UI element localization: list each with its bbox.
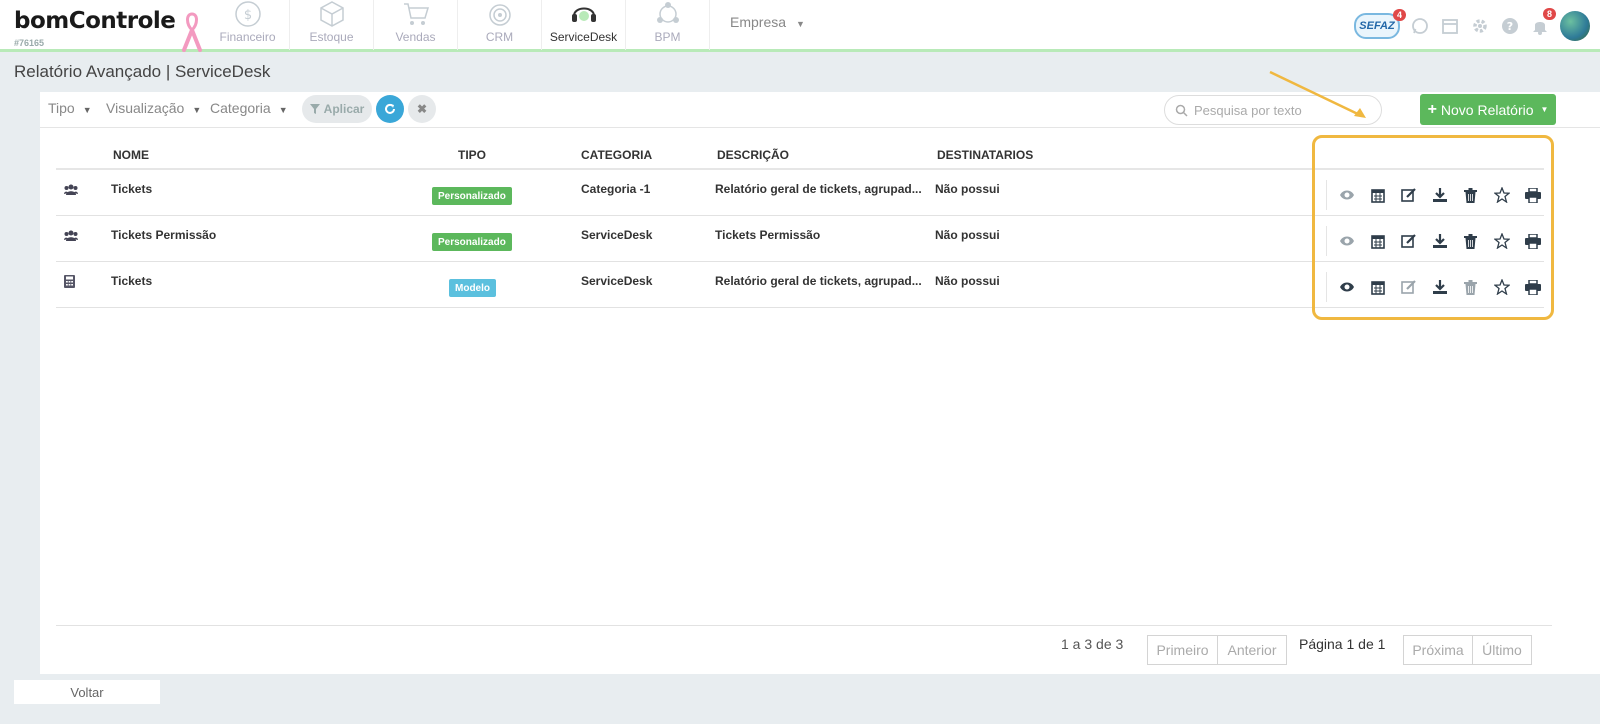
avatar[interactable] (1560, 11, 1590, 41)
calculator-icon (64, 275, 75, 293)
module-label: Estoque (309, 30, 354, 44)
target-icon (488, 4, 511, 26)
filter-tipo-label: Tipo (48, 100, 75, 116)
users-icon (64, 183, 78, 201)
prev-page-button[interactable]: Anterior (1217, 635, 1287, 665)
cell-destinatarios: Não possui (935, 228, 1000, 242)
module-crm[interactable]: CRM (458, 0, 542, 50)
cell-nome[interactable]: Tickets (111, 182, 152, 196)
top-navbar: bomControle #76165 $ Financeiro Estoque … (0, 0, 1600, 52)
headset-icon (571, 7, 596, 22)
module-label: CRM (485, 30, 514, 44)
caret-down-icon: ▼ (278, 105, 288, 115)
type-badge: Personalizado (432, 187, 512, 205)
plus-icon: + (1427, 100, 1437, 118)
cell-categoria: ServiceDesk (581, 274, 653, 288)
filter-icon (309, 104, 320, 114)
module-label: ServiceDesk (549, 30, 618, 44)
cart-icon (403, 3, 429, 25)
module-vendas[interactable]: Vendas (374, 0, 458, 50)
page-info: Página 1 de 1 (1299, 636, 1386, 652)
header-descricao[interactable]: DESCRIÇÃO (717, 148, 789, 162)
module-estoque[interactable]: Estoque (290, 0, 374, 50)
first-page-button[interactable]: Primeiro (1147, 635, 1218, 665)
header-nome[interactable]: NOME (113, 148, 149, 162)
caret-down-icon: ▼ (82, 105, 92, 115)
cell-destinatarios: Não possui (935, 182, 1000, 196)
refresh-button[interactable] (376, 95, 404, 123)
actions-highlight-box (1312, 135, 1554, 320)
company-dropdown[interactable]: Empresa ▼ (730, 14, 805, 30)
filter-visualizacao-label: Visualização (106, 100, 185, 116)
header-destinatarios[interactable]: DESTINATARIOS (937, 148, 1033, 162)
users-icon (64, 229, 78, 247)
caret-down-icon: ▼ (1540, 105, 1549, 114)
notifications-badge: 8 (1542, 8, 1556, 20)
cell-descricao: Relatório geral de tickets, agrupad... (715, 182, 922, 196)
module-nav: $ Financeiro Estoque Vendas CRM ServiceD… (206, 0, 710, 50)
caret-down-icon: ▼ (192, 105, 202, 115)
new-report-label: Novo Relatório (1440, 101, 1534, 118)
filter-categoria-label: Categoria (210, 100, 271, 116)
company-label: Empresa (730, 14, 787, 30)
sefaz-button[interactable]: SEFAZ 4 (1354, 9, 1406, 39)
cell-nome[interactable]: Tickets (111, 274, 152, 288)
account-id: #76165 (14, 38, 45, 48)
page-title: Relatório Avançado | ServiceDesk (14, 62, 271, 81)
pagination-range: 1 a 3 de 3 (1061, 636, 1124, 652)
refresh-icon (385, 103, 395, 114)
apply-filter-button[interactable]: Aplicar (302, 95, 372, 123)
brand-name: bomControle (14, 8, 176, 34)
filter-visualizacao-dropdown[interactable]: Visualização ▼ (106, 100, 201, 116)
back-button[interactable]: Voltar (14, 680, 160, 704)
svg-text:?: ? (1507, 20, 1513, 33)
dollar-icon: $ (234, 1, 261, 27)
last-page-button[interactable]: Último (1472, 635, 1532, 665)
network-icon (656, 2, 679, 23)
next-page-button[interactable]: Próxima (1403, 635, 1473, 665)
cell-categoria: Categoria -1 (581, 182, 651, 196)
sefaz-label: SEFAZ (1359, 20, 1395, 32)
bell-icon[interactable]: 8 (1530, 8, 1556, 36)
type-badge: Modelo (449, 279, 496, 297)
caret-down-icon: ▼ (796, 19, 805, 29)
svg-text:$: $ (243, 8, 251, 23)
header-categoria[interactable]: CATEGORIA (581, 148, 652, 162)
pagination-divider (56, 625, 1552, 626)
top-right-tools: SEFAZ 4 ? 8 (1354, 6, 1590, 46)
header-tipo[interactable]: TIPO (458, 148, 486, 162)
module-label: Financeiro (219, 30, 276, 44)
module-servicedesk[interactable]: ServiceDesk (542, 0, 626, 50)
module-financeiro[interactable]: $ Financeiro (206, 0, 290, 50)
calendar-icon[interactable] (1440, 16, 1460, 36)
apply-label: Aplicar (323, 102, 365, 116)
box-icon (319, 1, 344, 27)
new-report-button[interactable]: + Novo Relatório ▼ (1420, 94, 1556, 125)
pink-ribbon-icon (182, 12, 202, 52)
clear-filter-button[interactable]: ✖ (408, 95, 436, 123)
module-label: BPM (654, 30, 681, 44)
cell-descricao: Tickets Permissão (715, 228, 821, 242)
brand-logo[interactable]: bomControle #76165 (14, 8, 176, 48)
search-icon (1175, 104, 1188, 117)
help-icon[interactable]: ? (1500, 16, 1520, 36)
annotation-arrow-icon (1269, 70, 1366, 118)
filter-categoria-dropdown[interactable]: Categoria ▼ (210, 100, 288, 116)
close-icon: ✖ (416, 102, 428, 116)
cell-categoria: ServiceDesk (581, 228, 653, 242)
module-label: Vendas (395, 30, 436, 44)
gear-icon[interactable] (1470, 16, 1490, 36)
type-badge: Personalizado (432, 233, 512, 251)
sefaz-badge: 4 (1392, 9, 1406, 21)
whatsapp-icon[interactable] (1410, 16, 1430, 36)
cell-nome[interactable]: Tickets Permissão (111, 228, 216, 242)
module-bpm[interactable]: BPM (626, 0, 710, 50)
cell-descricao: Relatório geral de tickets, agrupad... (715, 274, 922, 288)
cell-destinatarios: Não possui (935, 274, 1000, 288)
filter-tipo-dropdown[interactable]: Tipo ▼ (48, 100, 92, 116)
